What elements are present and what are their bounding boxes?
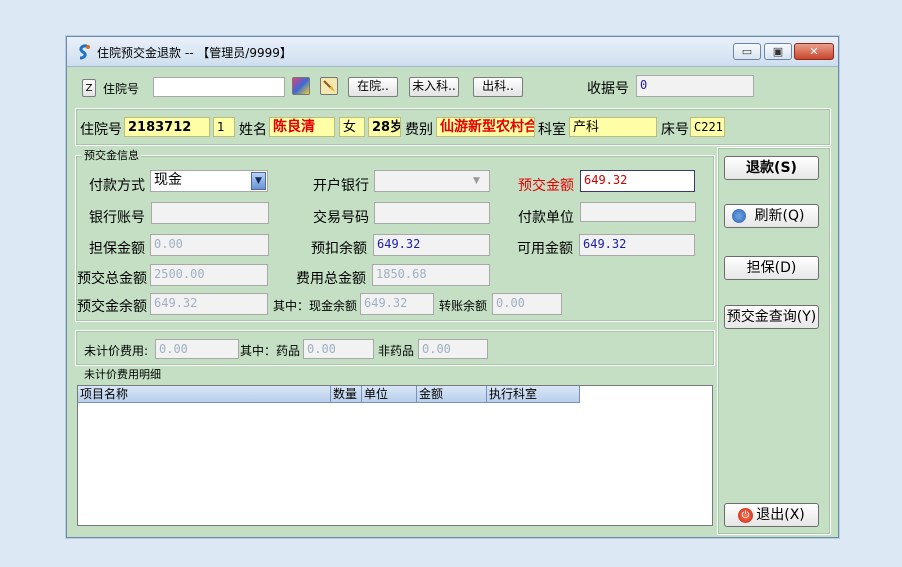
drug-fee-field: 0.00	[303, 339, 374, 359]
bank-label: 开户银行	[313, 178, 369, 194]
nondrug-fee-label: 非药品	[378, 344, 415, 358]
column-header-amount[interactable]: 金额	[417, 386, 487, 403]
minimize-button[interactable]: ▭	[733, 43, 761, 60]
deposit-info-title: 预交金信息	[82, 147, 141, 163]
title-bar: 住院预交金退款 -- 【管理员/9999】 ▭ ▣ ✕	[67, 37, 838, 67]
guarantee-amount-field: 0.00	[150, 234, 269, 256]
not-admitted-button[interactable]: 未入科..	[409, 77, 459, 97]
receipt-no-label: 收据号	[587, 81, 629, 97]
exit-button-label: 退出(X)	[756, 507, 805, 523]
payment-method-value: 现金	[154, 172, 182, 188]
window-title: 住院预交金退款 -- 【管理员/9999】	[97, 46, 292, 60]
unpriced-detail-grid[interactable]: 项目名称 数量 单位 金额 执行科室	[77, 385, 713, 526]
patient-age-field: 28岁	[368, 117, 401, 137]
patient-inpatient-no-label: 住院号	[80, 122, 122, 138]
patient-gender-field: 女	[339, 117, 365, 137]
z-button[interactable]: Z	[82, 79, 96, 97]
total-fee-label: 费用总金额	[296, 271, 366, 287]
chevron-down-icon[interactable]: ▼	[251, 172, 266, 190]
bank-dropdown-icon: ▼	[473, 176, 480, 186]
payer-input[interactable]	[580, 202, 696, 222]
patient-inpatient-no-field: 2183712	[124, 117, 210, 137]
patient-name-field: 陈良清	[269, 117, 335, 137]
total-deposit-field: 2500.00	[150, 264, 268, 286]
payer-label: 付款单位	[518, 210, 574, 226]
total-deposit-label: 预交总金额	[77, 271, 147, 287]
unpriced-detail-title: 未计价费用明细	[82, 366, 163, 382]
deposit-balance-label: 预交金余额	[77, 299, 147, 315]
transfer-balance-label: 转账余额	[439, 299, 488, 313]
department-field: 产科	[569, 117, 657, 137]
guarantee-amount-label: 担保金额	[89, 241, 145, 257]
card-reader-icon[interactable]	[292, 77, 310, 95]
patient-name-label: 姓名	[239, 122, 267, 138]
bed-no-field: C221	[690, 117, 725, 137]
prededuct-balance-label: 预扣余额	[311, 241, 367, 257]
available-amount-label: 可用金额	[517, 241, 573, 257]
fee-type-field: 仙游新型农村合作	[436, 117, 535, 137]
total-fee-field: 1850.68	[372, 264, 490, 286]
power-icon: ⏻	[738, 508, 753, 523]
prededuct-balance-field: 649.32	[373, 234, 490, 256]
refresh-button[interactable]: 刷新(Q)	[724, 204, 819, 228]
exit-button[interactable]: ⏻ 退出(X)	[724, 503, 819, 527]
department-label: 科室	[538, 122, 566, 138]
bank-account-label: 银行账号	[89, 210, 145, 226]
column-header-exec-dept[interactable]: 执行科室	[487, 386, 580, 403]
main-window: 住院预交金退款 -- 【管理员/9999】 ▭ ▣ ✕ Z 住院号 在院.. 未…	[66, 36, 839, 538]
column-header-quantity[interactable]: 数量	[331, 386, 362, 403]
close-button[interactable]: ✕	[794, 43, 834, 60]
receipt-no-field[interactable]: 0	[636, 75, 754, 97]
available-amount-field: 649.32	[579, 234, 695, 256]
nondrug-fee-field: 0.00	[418, 339, 488, 359]
cash-balance-label: 其中：现金余额	[273, 299, 358, 313]
transaction-no-label: 交易号码	[313, 210, 369, 226]
deposit-amount-label: 预交金额	[518, 178, 574, 194]
unpriced-fee-field: 0.00	[155, 339, 239, 359]
column-header-unit[interactable]: 单位	[362, 386, 417, 403]
unpriced-fee-label: 未计价费用:	[84, 344, 149, 358]
in-hospital-button[interactable]: 在院..	[348, 77, 398, 97]
column-header-item-name[interactable]: 项目名称	[78, 386, 331, 403]
cash-balance-field: 649.32	[360, 293, 434, 315]
search-inpatient-no-label: 住院号	[103, 82, 140, 96]
search-inpatient-no-input[interactable]	[153, 77, 285, 97]
refund-button[interactable]: 退款(S)	[724, 156, 819, 180]
app-logo-icon	[79, 44, 90, 60]
transfer-balance-field: 0.00	[492, 293, 562, 315]
bank-account-input[interactable]	[151, 202, 269, 224]
guarantee-button[interactable]: 担保(D)	[724, 256, 819, 280]
refresh-icon	[732, 209, 746, 223]
deposit-query-button[interactable]: 预交金查询(Y)	[724, 305, 819, 329]
bed-no-label: 床号	[661, 122, 689, 138]
fee-type-label: 费别	[405, 122, 433, 138]
restore-button[interactable]: ▣	[764, 43, 792, 60]
payment-method-label: 付款方式	[89, 178, 145, 194]
admission-times-field: 1	[213, 117, 235, 137]
drug-fee-label: 其中：药品	[240, 344, 301, 358]
broom-clear-icon[interactable]	[320, 77, 338, 95]
discharged-button[interactable]: 出科..	[473, 77, 523, 97]
broom-icon	[323, 80, 335, 92]
deposit-balance-field: 649.32	[150, 293, 268, 315]
transaction-no-input[interactable]	[374, 202, 490, 224]
deposit-amount-input[interactable]: 649.32	[580, 170, 695, 192]
refresh-button-label: 刷新(Q)	[754, 208, 805, 224]
